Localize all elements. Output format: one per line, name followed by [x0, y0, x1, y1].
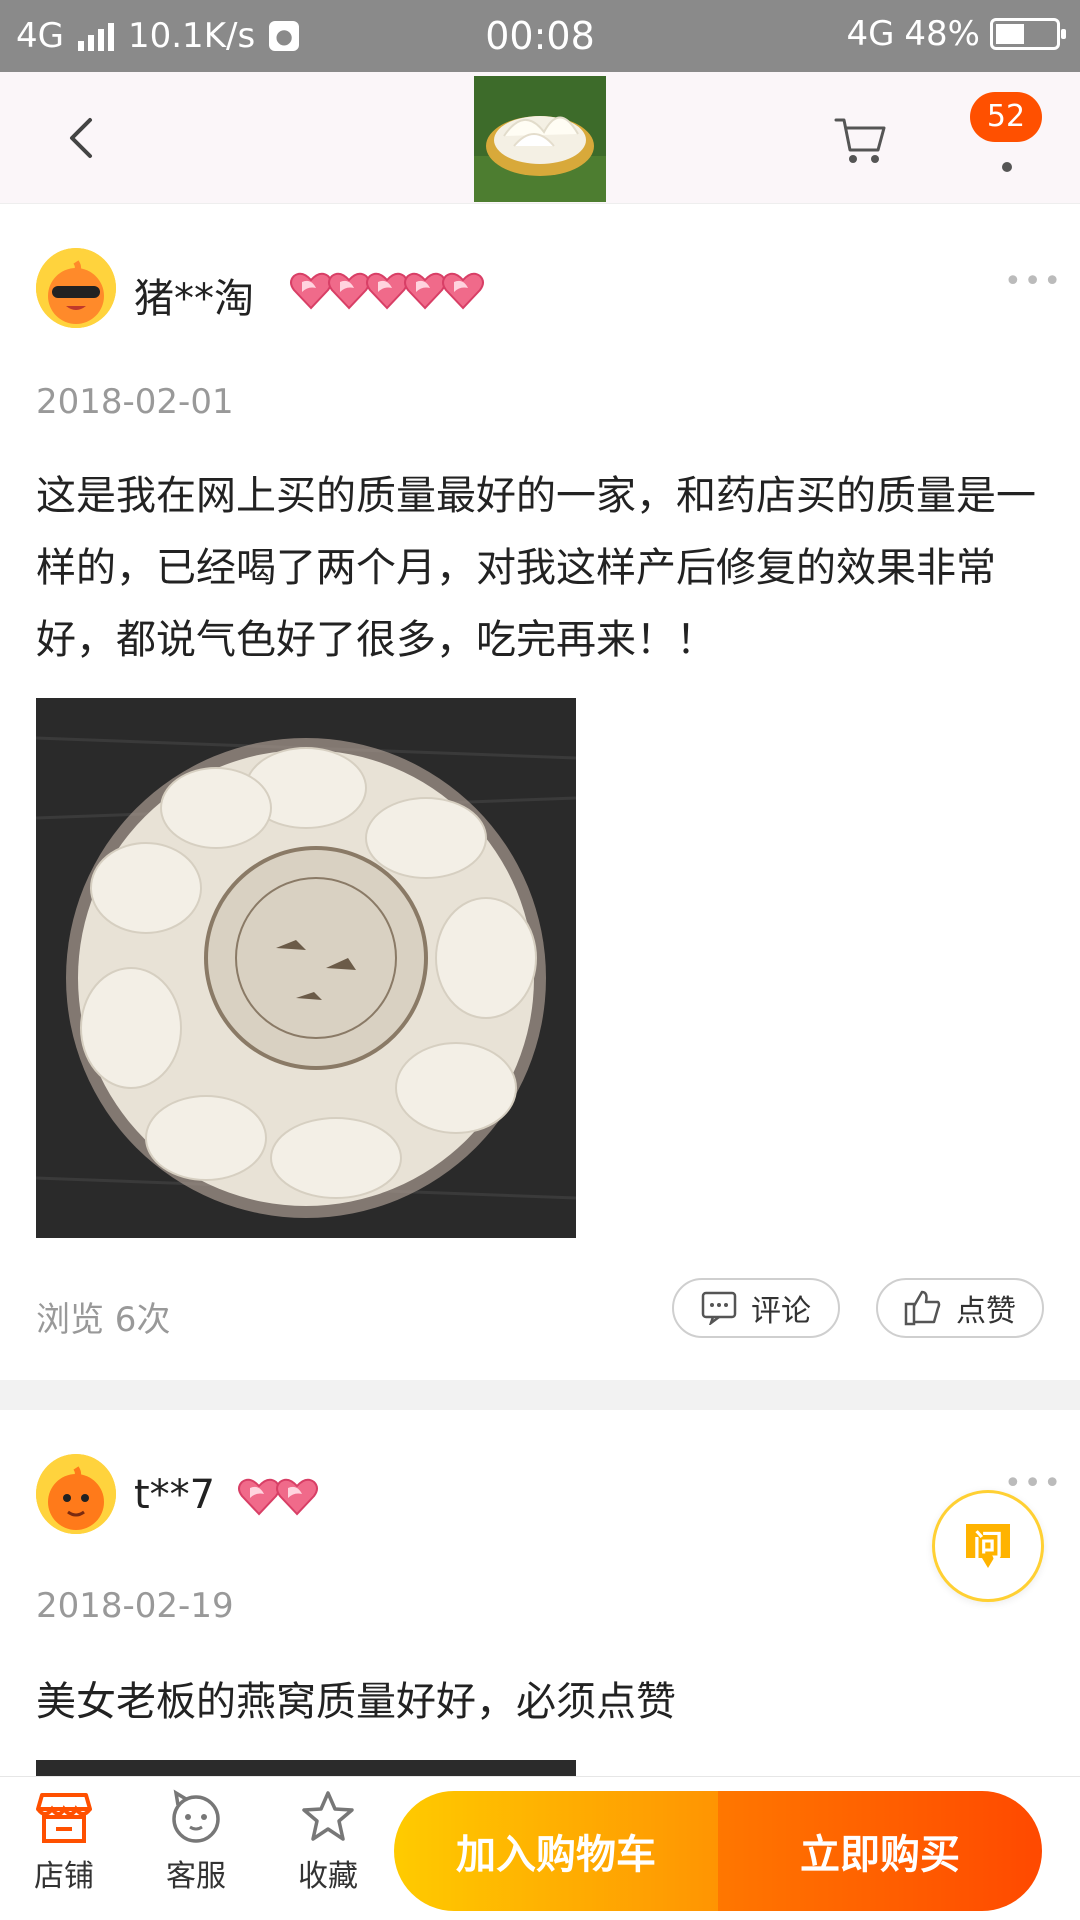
service-tab[interactable]: 客服: [146, 1789, 246, 1895]
review-photo[interactable]: [36, 1760, 576, 1776]
product-thumbnail[interactable]: [474, 76, 606, 202]
message-count-badge: 52: [970, 92, 1042, 142]
status-bar: 4G 10.1K/s ● 00:08 4G 48%: [0, 0, 1080, 72]
network-type: 4G: [16, 16, 64, 56]
cart-button[interactable]: [830, 112, 890, 168]
bottom-bar: 店铺 客服 收藏 加入购物车 立即购买: [0, 1776, 1080, 1920]
ask-question-button[interactable]: 问: [932, 1490, 1044, 1602]
network-speed: 10.1K/s: [127, 16, 256, 56]
reviewer-name: 猪**淘: [134, 276, 254, 322]
avatar[interactable]: [36, 1454, 116, 1534]
review-text: 美女老板的燕窝质量好好，必须点赞: [36, 1679, 676, 1725]
more-menu-button[interactable]: 52: [970, 92, 1060, 192]
service-label: 客服: [166, 1859, 226, 1894]
review-text: 这是我在网上买的质量最好的一家，和药店买的质量是一样的，已经喝了两个月，对我这样…: [36, 473, 1036, 663]
signal-icon: [77, 21, 114, 51]
view-count: 浏览 6次: [36, 1300, 171, 1340]
buy-now-button[interactable]: 立即购买: [718, 1791, 1042, 1911]
cart-icon: [834, 118, 886, 163]
review-more-button[interactable]: •••: [1004, 264, 1063, 299]
add-to-cart-button[interactable]: 加入购物车: [394, 1791, 718, 1911]
review-date: 2018-02-19: [36, 1586, 234, 1626]
shop-icon: [36, 1793, 92, 1843]
shop-tab[interactable]: 店铺: [14, 1789, 114, 1895]
favorite-tab[interactable]: 收藏: [278, 1789, 378, 1895]
back-button[interactable]: [52, 108, 112, 168]
like-button[interactable]: 点赞: [876, 1278, 1044, 1338]
favorite-label: 收藏: [298, 1859, 358, 1894]
purchase-actions: 加入购物车 立即购买: [394, 1791, 1042, 1911]
chevron-left-icon: [70, 118, 92, 158]
network-type-right: 4G: [846, 14, 895, 54]
notification-icon: ●: [269, 21, 300, 51]
comment-button[interactable]: 评论: [672, 1278, 840, 1338]
like-label: 点赞: [956, 1294, 1016, 1329]
comment-label: 评论: [751, 1294, 811, 1329]
reviewer-name: t**7: [134, 1472, 216, 1518]
avatar[interactable]: [36, 248, 116, 328]
top-nav: 52: [0, 72, 1080, 204]
shop-label: 店铺: [34, 1859, 94, 1894]
review-card: t**7 ••• 2018-02-19 美女老板的燕窝质量好好，必须点赞: [0, 1410, 1080, 1776]
heart-icon: [276, 1478, 318, 1516]
star-icon: [302, 1791, 354, 1841]
thumbs-up-icon: [904, 1290, 941, 1326]
review-date: 2018-02-01: [36, 382, 234, 422]
reviewer-level-hearts: [288, 270, 484, 310]
review-photo[interactable]: [36, 698, 576, 1238]
comment-icon: [701, 1291, 737, 1325]
customer-service-icon: [172, 1789, 220, 1843]
reviewer-level-hearts: [236, 1476, 318, 1516]
review-card: 猪**淘 ••• 2018-02-01 这是我在网上买的质量最好的一家，和药店买…: [0, 204, 1080, 1380]
battery-percent: 48%: [904, 14, 980, 54]
heart-icon: [442, 272, 484, 310]
section-divider: [0, 1380, 1080, 1410]
battery-icon: [990, 18, 1066, 50]
more-dot-icon: [1002, 162, 1012, 172]
